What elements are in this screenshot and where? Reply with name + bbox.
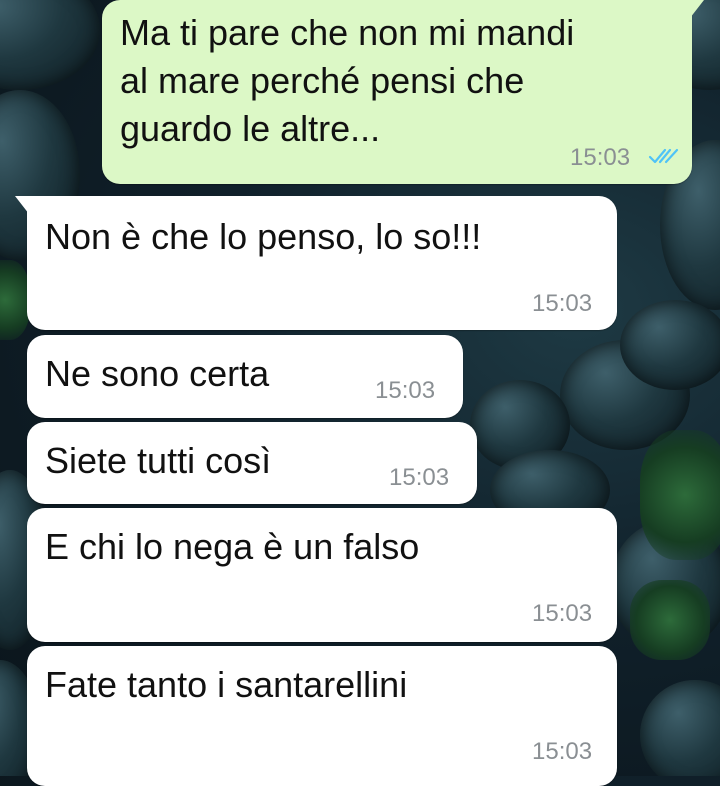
bubble-tail [690,0,704,18]
message-timestamp: 15:03 [375,377,436,404]
message-text-line: al mare perché pensi che [120,60,525,101]
incoming-message-bubble[interactable]: Non è che lo penso, lo so!!! 15:03 [15,196,617,330]
message-timestamp: 15:03 [570,144,631,171]
message-timestamp: 15:03 [389,464,450,491]
message-text: E chi lo nega è un falso [45,526,420,567]
incoming-message-bubble[interactable]: Ne sono certa 15:03 [27,335,463,418]
message-text: Non è che lo penso, lo so!!! [45,216,482,257]
message-timestamp: 15:03 [532,738,593,765]
message-text: Fate tanto i santarellini [45,664,408,705]
message-timestamp: 15:03 [532,290,593,317]
bubble-tail [15,196,29,214]
message-text: Ne sono certa [45,353,270,394]
message-text-line: guardo le altre... [120,108,381,149]
incoming-message-bubble[interactable]: Fate tanto i santarellini 15:03 [27,646,617,786]
incoming-message-bubble[interactable]: E chi lo nega è un falso 15:03 [27,508,617,642]
message-timestamp: 15:03 [532,600,593,627]
double-check-read-icon [648,148,679,164]
outgoing-message-bubble[interactable]: Ma ti pare che non mi mandi al mare perc… [102,0,704,184]
incoming-message-bubble[interactable]: Siete tutti così 15:03 [27,422,477,504]
message-text: Siete tutti così [45,440,272,481]
message-text-line: Ma ti pare che non mi mandi [120,12,575,53]
